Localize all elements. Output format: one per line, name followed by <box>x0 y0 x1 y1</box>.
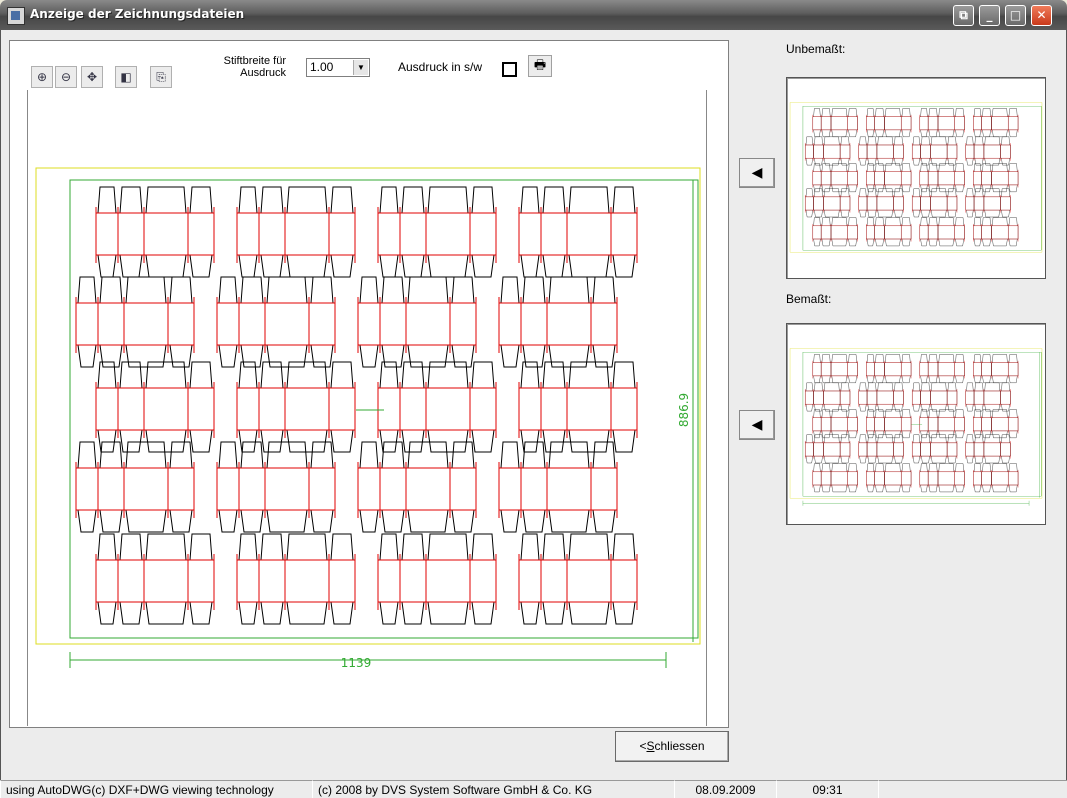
dimensioned-label: Bemaßt: <box>786 292 832 306</box>
window-title: Anzeige der Zeichnungsdateien <box>30 7 245 21</box>
status-time: 09:31 <box>776 780 878 798</box>
main-drawing: 1139 886.9 <box>35 167 701 670</box>
bw-print-checkbox[interactable] <box>502 62 517 77</box>
arrow-left-icon: ◀ <box>751 417 763 433</box>
dimensioned-preview <box>789 348 1043 506</box>
minimize-button[interactable]: _ <box>979 5 1000 26</box>
title-bar[interactable]: Anzeige der Zeichnungsdateien ⧉ _ □ ✕ <box>0 0 1067 30</box>
pen-width-value: 1.00 <box>310 60 334 74</box>
dimension-horizontal-text: 1139 <box>341 656 372 670</box>
maximize-button[interactable]: □ <box>1005 5 1026 26</box>
chevron-down-icon[interactable]: ▼ <box>353 60 368 75</box>
arrow-left-icon: ◀ <box>751 165 763 181</box>
zoom-out-icon[interactable]: ⊖ <box>55 66 77 88</box>
status-tech: using AutoDWG(c) DXF+DWG viewing technol… <box>0 780 312 798</box>
close-button-label: <Schliessen <box>639 739 705 753</box>
printer-icon[interactable]: 🖶 <box>528 55 552 77</box>
status-copyright: (c) 2008 by DVS System Software GmbH & C… <box>312 780 674 798</box>
pen-width-select[interactable]: 1.00 ▼ <box>306 58 370 77</box>
status-resize-grip[interactable] <box>878 780 1067 798</box>
close-dialog-button[interactable]: <Schliessen <box>615 731 729 762</box>
status-date: 08.09.2009 <box>674 780 776 798</box>
pan-icon[interactable]: ✥ <box>81 66 103 88</box>
pen-width-label: Stiftbreite für Ausdruck <box>223 55 286 79</box>
app-icon <box>7 7 25 25</box>
undimensioned-label: Unbemaßt: <box>786 42 846 56</box>
undimensioned-thumbnail[interactable] <box>786 77 1046 279</box>
background-toggle-icon[interactable]: ◧ <box>115 66 137 88</box>
load-dimensioned-button[interactable]: ◀ <box>739 410 775 440</box>
copy-icon[interactable]: ⎘ <box>150 66 172 88</box>
dimensioned-thumbnail[interactable] <box>786 323 1046 525</box>
drawing-canvas[interactable]: 1139 886.9 <box>27 90 707 726</box>
zoom-in-icon[interactable]: ⊕ <box>31 66 53 88</box>
bw-print-label: Ausdruck in s/w <box>398 60 483 74</box>
restore-icon[interactable]: ⧉ <box>953 5 974 26</box>
dimension-vertical-text: 886.9 <box>677 393 691 427</box>
close-window-button[interactable]: ✕ <box>1031 5 1052 26</box>
undimensioned-preview <box>789 102 1043 253</box>
load-undimensioned-button[interactable]: ◀ <box>739 158 775 188</box>
